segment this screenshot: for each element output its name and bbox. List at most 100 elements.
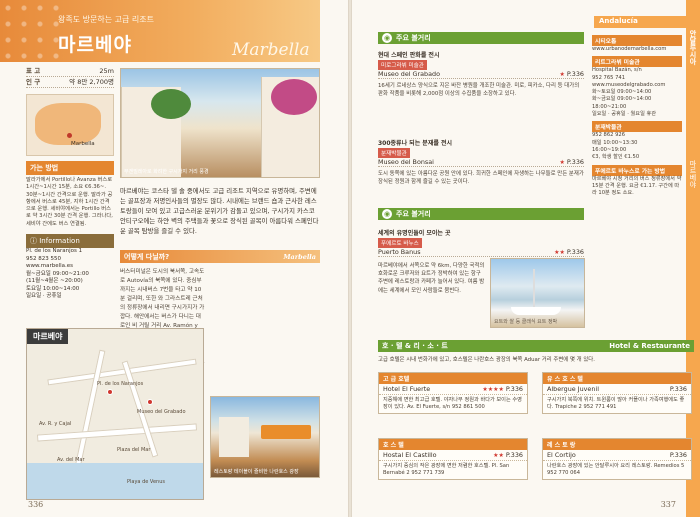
side-line: 952 765 741 (592, 74, 626, 81)
sight-tag: 미로그라뷔 미술관 (378, 60, 427, 70)
side-line: 일요일 · 공휴일 · 월요일 휴관 (592, 111, 657, 118)
eye-icon: ◉ (382, 33, 392, 43)
section-title: 어떻게 다닐까? (124, 252, 170, 261)
side-line: 18:00~21:00 (592, 103, 627, 110)
section-title-en: Marbella (283, 252, 316, 261)
info-line: 일요일 · 공휴일 (26, 293, 62, 300)
street-photo: 부겐빌레아로 화려한 구시가지 거리 풍경 (120, 68, 320, 178)
hotel-category: 유 스 호 스 텔 (543, 373, 691, 384)
side-line: €3, 학생 할인 €1.50 (592, 154, 640, 161)
header-subtitle: 왕족도 방문하는 고급 리조트 (58, 15, 154, 24)
hotel-description: 지중해에 면한 최고급 호텔. 야자나무 정원과 바다가 보이는 수영장이 있다… (383, 397, 522, 411)
hotel-name: Hotel El Fuerte (383, 385, 431, 393)
hotel-stars: ★★★★ (482, 386, 504, 393)
hotel-section-bar: 호 · 텔 & 리 · 소 · 트 Hotel & Restaurante (378, 340, 694, 352)
sight-description: 마르베야에서 서쪽으로 약 6km, 다양한 국적의 호화로운 크루저와 요트가… (378, 263, 485, 294)
hotel-description: 나란호스 광장에 있는 안달루시아 요리 레스토랑. Remedios 5 95… (547, 463, 685, 477)
stat-elevation: 표 고 25m (26, 66, 114, 77)
map-pin-icon (147, 399, 153, 405)
hotel-name-row: Albergue Juvenil P.336 (543, 384, 691, 395)
photo-building (219, 417, 249, 457)
hotel-name-row: El Cortijo P.336 (543, 450, 691, 461)
page-title-en: Marbella (232, 40, 310, 60)
page-ref: P.336 (505, 451, 523, 459)
photo-caption: 요트와 쌀 등 클래식 요트 정박 (494, 319, 558, 325)
region-label: Andalucía (594, 16, 686, 28)
side-heading: 분재박물관 (592, 121, 682, 133)
side-info-column: 시티오톱 www.urbanodemarbella.com 리트그라뷔 미술관 … (592, 32, 682, 197)
page-number: 337 (660, 500, 676, 509)
map-street (74, 349, 106, 469)
hotel-category: 호 스 텔 (379, 439, 527, 450)
spain-shape (35, 103, 101, 145)
yacht-hull (511, 307, 561, 315)
side-line: 화~금요일 09:00~14:00 (592, 96, 652, 103)
hotel-card: 고 급 호텔 Hotel El Fuerte ★★★★ P.336 지중해에 면… (378, 372, 528, 415)
sights-bar: ◉ 주요 볼거리 (378, 32, 584, 44)
info-line: (11월~4월은 ~20:00) (26, 278, 83, 285)
hotel-name: Hostal El Castillo (383, 451, 437, 459)
section-how-to-get-around: 어떻게 다닐까? Marbella (120, 250, 320, 263)
hotel-section-title-en: Hotel & Restaurante (609, 342, 690, 350)
sight-name-row: Museo del Grabado ★ P.336 (378, 70, 584, 79)
side-heading: 푸에르토 바누스로 가는 방법 (592, 164, 682, 176)
tab-city: 마르베야 (689, 160, 697, 188)
photo-bougainvillea (271, 79, 317, 115)
page-number: 336 (28, 500, 44, 509)
header-pattern (0, 0, 60, 62)
sight-name-row: Museo del Bonsai ★ P.336 (378, 158, 584, 167)
map-label: Pl. de los Naranjos (97, 381, 144, 387)
sight-subtitle: 세계의 유명인들이 모이는 곳 (378, 230, 451, 237)
page-header: 왕족도 방문하는 고급 리조트 마르베야 Marbella (0, 0, 320, 62)
hotel-card: 유 스 호 스 텔 Albergue Juvenil P.336 구시가지 북쪽… (542, 372, 692, 415)
harbor-photo: 요트와 쌀 등 클래식 요트 정박 (490, 258, 585, 328)
city-map: 마르베야 Pl. de los Naranjos Museo del Graba… (26, 328, 204, 500)
star-icon: ★ (559, 71, 565, 78)
hotel-intro: 고급 호텔은 시내 번화가에 있고, 호스텔은 나란호스 광장의 북쪽 Adua… (378, 357, 595, 363)
access-text: 말라가에서 Portillo나 Avanza 버스로 1시간~1시간 15분, … (26, 177, 113, 227)
map-title: 마르베야 (27, 329, 69, 344)
side-line: 매일 10:00~13:30 (592, 139, 638, 146)
map-label: Playa de Venus (127, 479, 165, 485)
info-line: 952 823 550 (26, 255, 61, 262)
info-line: www.marbella.es (26, 263, 74, 270)
page-ref: P.336 (669, 385, 687, 393)
photo-caption: 부겐빌레아로 화려한 구시가지 거리 풍경 (124, 169, 209, 175)
sight-name-row: Puerto Banus ★★ P.336 (378, 248, 584, 257)
right-page: 안달루시아 마르베야 Andalucía ◉ 주요 볼거리 현대 스페인 판화를… (352, 0, 700, 517)
side-line: 952 862 926 (592, 132, 626, 139)
stat-value: 25m (99, 67, 114, 75)
map-sea (27, 463, 203, 499)
sights-bar-2: ◉ 주요 볼거리 (378, 208, 584, 220)
hotel-description: 구시가지 북쪽에 위치. 트윈룸이 많아 커플이나 가족여행에도 좋다. Tra… (547, 397, 685, 411)
stat-label: 인 구 (26, 78, 41, 86)
location-pin-icon (67, 133, 72, 138)
info-line: 월~금요일 09:00~21:00 (26, 270, 89, 277)
page-title: 마르베야 (58, 34, 132, 56)
map-label: Av. R. y Cajal (39, 421, 72, 427)
eye-icon: ◉ (382, 209, 392, 219)
info-line: 토요일 10:00~14:00 (26, 285, 80, 292)
map-pin-icon (107, 389, 113, 395)
hotel-card: 호 스 텔 Hostal El Castillo ★★ P.336 구시가지 중… (378, 438, 528, 481)
sight-description: 도시 동쪽에 있는 아름다운 공원 안에 있다. 희귀한 스페인에 자생하는 나… (378, 171, 584, 186)
side-heading: 리트그라뷔 미술관 (592, 56, 682, 68)
page-ref: P.336 (566, 248, 584, 256)
spain-locator-map: Marbella (26, 94, 114, 156)
side-heading: 시티오톱 (592, 35, 682, 46)
access-heading: 가는 방법 (26, 161, 114, 175)
yacht-mast (533, 269, 535, 309)
hotel-section-title: 호 · 텔 & 리 · 소 · 트 (382, 342, 448, 350)
side-line: 마르베야 시청 거리의 버스 정류장에서 약 15분 간격 운행. 요금 €1.… (592, 175, 682, 197)
hotel-stars: ★★ (493, 452, 504, 459)
sight-description: 16세기 르네상스 양식으로 지은 바잔 병원을 개조한 미술관. 미로, 피카… (378, 83, 580, 98)
sight-name: Puerto Banus (378, 248, 421, 256)
info-sidebar: 표 고 25m 인 구 약 8만 2,700명 Marbella 가는 방법 말… (26, 66, 114, 301)
hotel-card: 레 스 토 랑 El Cortijo P.336 나란호스 광장에 있는 안달루… (542, 438, 692, 481)
info-line: Pl. de los Naranjos 1 (26, 248, 83, 255)
sights-bar-label: 주요 볼거리 (396, 210, 431, 218)
stat-population: 인 구 약 8만 2,700명 (26, 77, 114, 88)
sight-name: Museo del Bonsai (378, 158, 434, 166)
info-heading-label: Information (39, 237, 80, 246)
sight-subtitle: 현대 스페인 판화를 전시 (378, 52, 440, 59)
